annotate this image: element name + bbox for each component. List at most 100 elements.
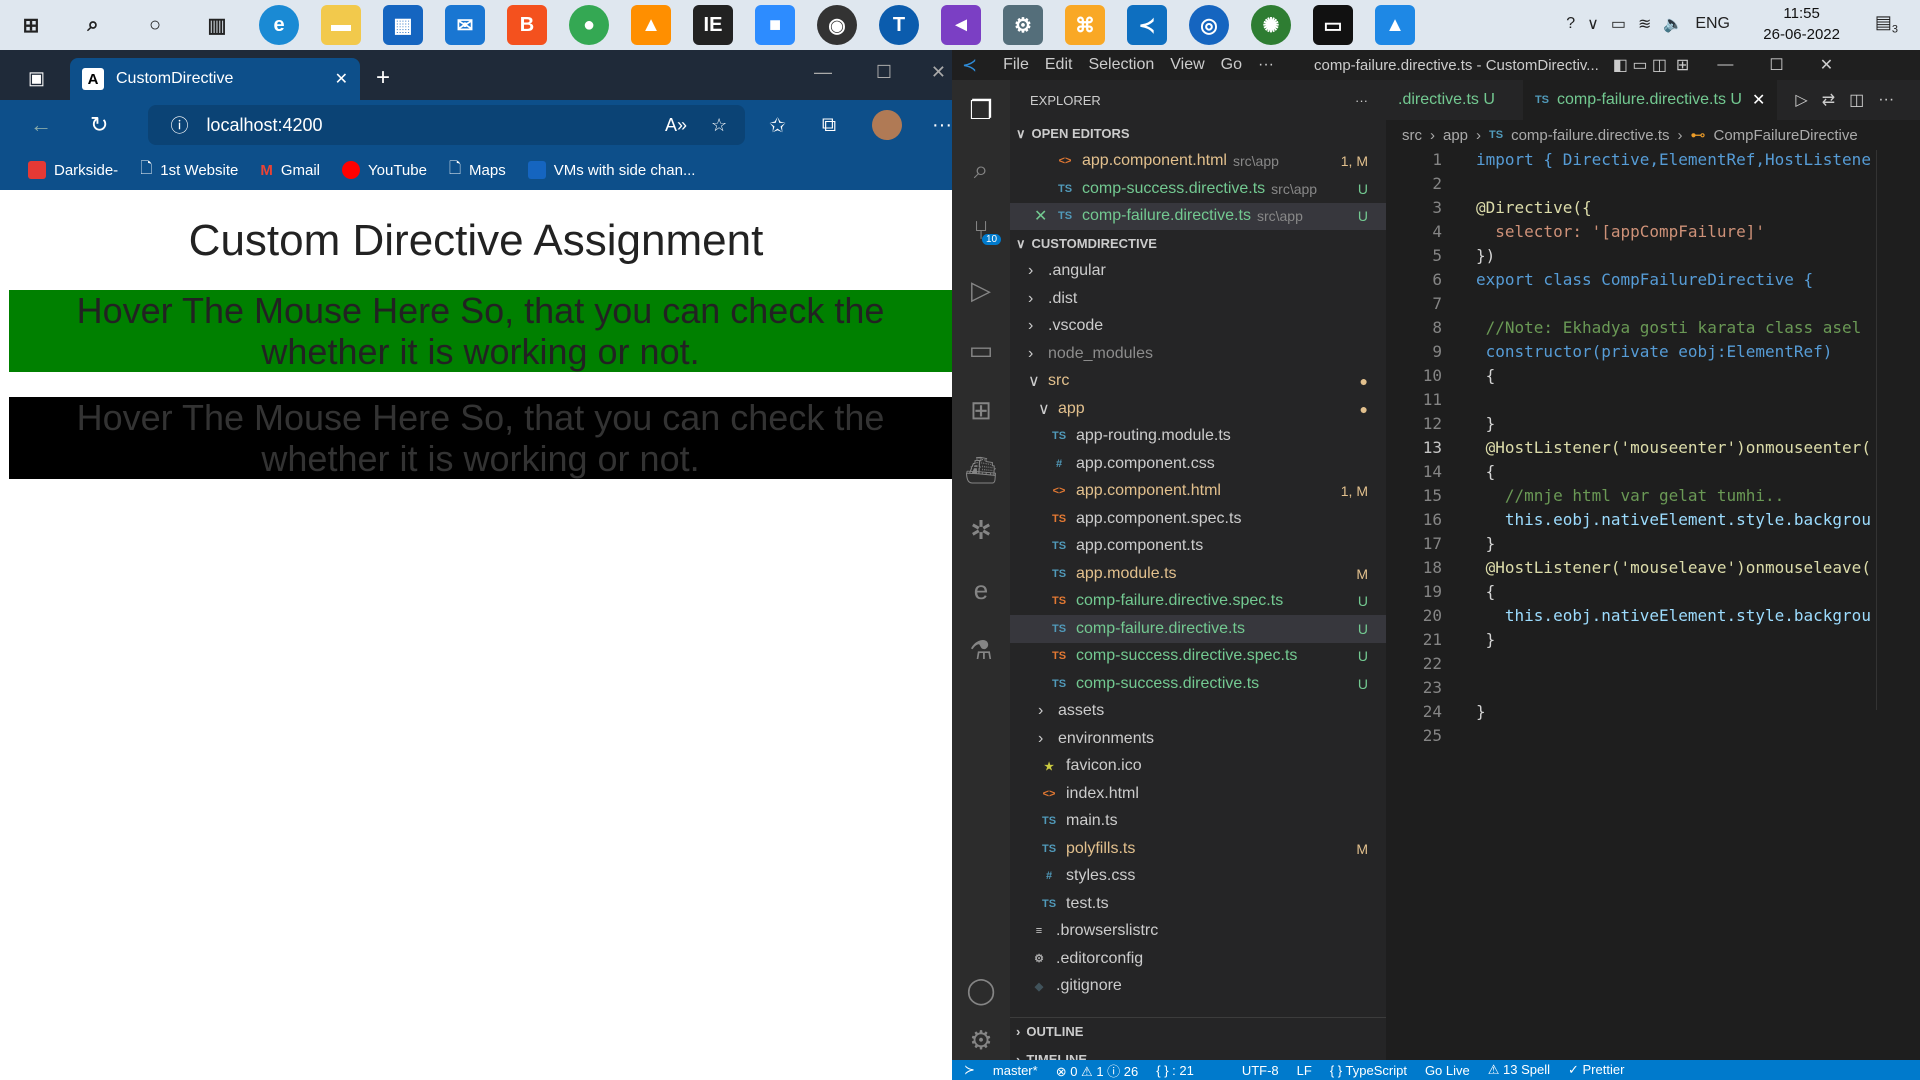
tree-item[interactable]: TS polyfills.ts M xyxy=(1010,835,1386,863)
tree-item[interactable]: ◆ .gitignore xyxy=(1010,973,1386,1001)
maximize-icon[interactable]: ☐ xyxy=(1769,55,1783,75)
app-gear-icon[interactable]: ⚙ xyxy=(1003,5,1043,45)
branch-indicator[interactable]: master* xyxy=(993,1063,1038,1078)
wifi-icon[interactable]: ≋ xyxy=(1638,14,1651,34)
go-live-button[interactable]: Go Live xyxy=(1425,1063,1470,1078)
tree-item[interactable]: TS app.module.ts M xyxy=(1010,560,1386,588)
edge-devtools-icon[interactable]: e xyxy=(952,560,1010,620)
collections-icon[interactable]: ⧉ xyxy=(822,114,836,137)
tree-item[interactable]: # app.component.css xyxy=(1010,450,1386,478)
tree-item[interactable]: › .dist xyxy=(1010,285,1386,313)
tree-item[interactable]: › node_modules xyxy=(1010,340,1386,368)
source-control-icon[interactable]: ⑂ 10 xyxy=(952,200,1010,260)
open-editor-item[interactable]: ✕ TS comp-failure.directive.ts src\app U xyxy=(1010,202,1386,230)
tree-item[interactable]: TS test.ts xyxy=(1010,890,1386,918)
brave-icon[interactable]: B xyxy=(507,5,547,45)
app-yellow-icon[interactable]: ⌘ xyxy=(1065,5,1105,45)
minimize-icon[interactable]: — xyxy=(1717,56,1733,74)
encoding-indicator[interactable]: UTF-8 xyxy=(1242,1063,1279,1078)
tree-item[interactable]: TS comp-failure.directive.spec.ts U xyxy=(1010,588,1386,616)
tree-item[interactable]: ★ favicon.ico xyxy=(1010,753,1386,781)
vlc-icon[interactable]: ▲ xyxy=(631,5,671,45)
add-favorite-icon[interactable]: ☆ xyxy=(711,115,727,136)
open-editor-item[interactable]: TS comp-success.directive.ts src\app U xyxy=(1010,175,1386,203)
info-icon[interactable]: ⓘ xyxy=(170,112,188,138)
favorite-vms[interactable]: VMs with side chan... xyxy=(527,161,695,179)
run-icon[interactable]: ▷ xyxy=(1795,90,1807,110)
favorite-1st-website[interactable]: 🗋 1st Website xyxy=(140,158,238,183)
more-icon[interactable]: ··· xyxy=(932,114,952,137)
breadcrumb-app[interactable]: app xyxy=(1443,127,1468,144)
cortana-icon[interactable]: ○ xyxy=(135,5,175,45)
run-debug-icon[interactable]: ▷ xyxy=(952,260,1010,320)
open-editors-section[interactable]: ∨ OPEN EDITORS xyxy=(1010,120,1386,148)
back-icon[interactable]: ← xyxy=(30,112,52,138)
clock[interactable]: 11:55 26-06-2022 xyxy=(1763,3,1840,45)
app-t-icon[interactable]: T xyxy=(879,5,919,45)
favorites-icon[interactable]: ✩ xyxy=(769,113,786,138)
search-icon[interactable]: ⌕ xyxy=(73,5,113,45)
obs-icon[interactable]: ◉ xyxy=(817,5,857,45)
more-actions-icon[interactable]: ··· xyxy=(1878,91,1894,109)
volume-icon[interactable]: 🔈 xyxy=(1663,14,1683,34)
tree-item[interactable]: TS app.component.spec.ts xyxy=(1010,505,1386,533)
store-icon[interactable]: ▦ xyxy=(383,5,423,45)
menu-file[interactable]: File xyxy=(1003,56,1029,74)
editor-tab-active[interactable]: TS comp-failure.directive.ts U ✕ xyxy=(1522,80,1778,120)
close-tab-icon[interactable]: ✕ xyxy=(1752,90,1765,110)
close-tab-icon[interactable]: ✕ xyxy=(335,69,348,89)
tree-item[interactable]: TS comp-success.directive.spec.ts U xyxy=(1010,643,1386,671)
hover-box-success[interactable]: Hover The Mouse Here So, that you can ch… xyxy=(9,290,952,372)
remote-explorer-icon[interactable]: ▭ xyxy=(952,320,1010,380)
explorer-more-icon[interactable]: ··· xyxy=(1355,93,1368,108)
explorer-icon[interactable]: ❐ xyxy=(952,80,1010,140)
file-explorer-icon[interactable]: ▬ xyxy=(321,5,361,45)
tree-item[interactable]: TS comp-success.directive.ts U xyxy=(1010,670,1386,698)
close-window-icon[interactable]: ✕ xyxy=(931,62,946,83)
tree-item[interactable]: ⚙ .editorconfig xyxy=(1010,945,1386,973)
new-tab-icon[interactable]: + xyxy=(376,64,390,92)
spell-indicator[interactable]: ⚠ 13 Spell xyxy=(1488,1062,1550,1078)
breadcrumb-file[interactable]: comp-failure.directive.ts xyxy=(1511,127,1669,144)
refresh-icon[interactable]: ↻ xyxy=(90,112,108,138)
profile-avatar[interactable] xyxy=(872,110,903,140)
favorite-youtube[interactable]: YouTube xyxy=(342,161,427,179)
intellij-icon[interactable]: IE xyxy=(693,5,733,45)
tree-item[interactable]: TS main.ts xyxy=(1010,808,1386,836)
kubernetes-icon[interactable]: ✲ xyxy=(952,500,1010,560)
browser-tab[interactable]: A CustomDirective ✕ xyxy=(70,58,360,100)
close-window-icon[interactable]: ✕ xyxy=(1820,55,1833,75)
chrome-icon[interactable]: ● xyxy=(569,5,609,45)
tree-item[interactable]: TS comp-failure.directive.ts U xyxy=(1010,615,1386,643)
mail-icon[interactable]: ✉ xyxy=(445,5,485,45)
minimize-icon[interactable]: — xyxy=(814,62,832,83)
tree-item[interactable]: › .angular xyxy=(1010,258,1386,286)
notification-icon[interactable]: ▤3 xyxy=(1875,12,1898,36)
task-view-icon[interactable]: ▥ xyxy=(197,5,237,45)
docker-icon[interactable]: ⛴ xyxy=(952,440,1010,500)
atom-icon[interactable]: ✺ xyxy=(1251,5,1291,45)
menu-more[interactable]: ··· xyxy=(1258,56,1274,74)
breadcrumb-src[interactable]: src xyxy=(1402,127,1422,144)
tree-item[interactable]: TS app-routing.module.ts xyxy=(1010,423,1386,451)
selection-indicator[interactable]: { } : 21 xyxy=(1156,1063,1194,1078)
read-aloud-icon[interactable]: A» xyxy=(665,115,687,136)
open-editor-item[interactable]: <> app.component.html src\app 1, M xyxy=(1010,148,1386,176)
breadcrumb-symbol[interactable]: CompFailureDirective xyxy=(1713,127,1857,144)
minimap[interactable] xyxy=(1876,150,1920,710)
split-editor-icon[interactable]: ◫ xyxy=(1849,90,1864,110)
code-editor[interactable]: 1 import { Directive,ElementRef,HostListe… xyxy=(1386,150,1920,1030)
tree-item[interactable]: ∨ app ● xyxy=(1010,395,1386,423)
hover-box-failure[interactable]: Hover The Mouse Here So, that you can ch… xyxy=(9,397,952,479)
tree-item[interactable]: <> app.component.html 1, M xyxy=(1010,478,1386,506)
favorite-maps[interactable]: 🗋 Maps xyxy=(449,158,506,183)
language-indicator[interactable]: { } TypeScript xyxy=(1330,1063,1407,1078)
search-icon[interactable]: ⌕ xyxy=(952,140,1010,200)
extensions-icon[interactable]: ⊞ xyxy=(952,380,1010,440)
edge-icon[interactable]: e xyxy=(259,5,299,45)
app-blue-circle-icon[interactable]: ◎ xyxy=(1189,5,1229,45)
remote-icon[interactable]: ≻ xyxy=(964,1062,975,1078)
testing-icon[interactable]: ⚗ xyxy=(952,620,1010,680)
windows-start-icon[interactable]: ⊞ xyxy=(11,5,51,45)
menu-selection[interactable]: Selection xyxy=(1088,56,1154,74)
